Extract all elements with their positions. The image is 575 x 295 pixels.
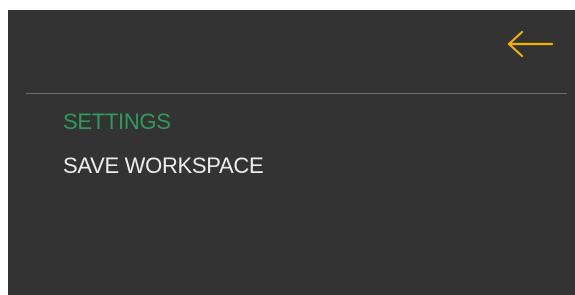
arrow-left-icon (507, 30, 554, 58)
divider (26, 93, 567, 94)
back-button[interactable] (502, 26, 558, 62)
menu-item-settings[interactable]: SETTINGS (63, 109, 171, 135)
menu-panel: SETTINGS SAVE WORKSPACE (8, 10, 575, 295)
menu-item-save-workspace[interactable]: SAVE WORKSPACE (63, 153, 264, 179)
